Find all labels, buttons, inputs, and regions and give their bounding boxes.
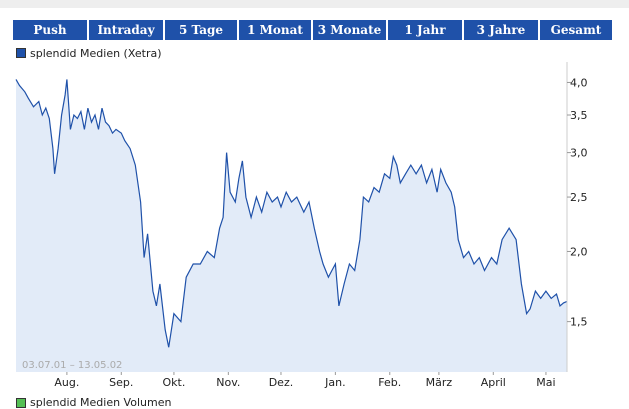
y-tick-label: 2,5 xyxy=(570,191,588,204)
x-tick-label: Mai xyxy=(536,376,555,389)
x-tick-label: Dez. xyxy=(269,376,294,389)
x-tick-label: Nov. xyxy=(216,376,240,389)
y-tick-label: 2,0 xyxy=(570,245,588,258)
date-range-label: 03.07.01 – 13.05.02 xyxy=(22,360,122,371)
x-tick-label: Okt. xyxy=(163,376,186,389)
y-tick-label: 3,0 xyxy=(570,147,588,160)
y-tick-label: 3,5 xyxy=(570,109,588,122)
x-tick-label: Sep. xyxy=(109,376,133,389)
x-tick-label: März xyxy=(426,376,453,389)
x-tick-label: Aug. xyxy=(54,376,79,389)
x-tick-label: Jan. xyxy=(324,376,345,389)
x-tick-label: Feb. xyxy=(378,376,401,389)
price-chart: 4,0 3,5 3,0 2,5 2,0 1,5 Aug. Sep. Okt. Nov. Dez. J… xyxy=(15,62,588,389)
y-tick-label: 4,0 xyxy=(570,76,588,89)
x-tick-label: April xyxy=(481,376,506,389)
y-tick-label: 1,5 xyxy=(570,316,588,329)
